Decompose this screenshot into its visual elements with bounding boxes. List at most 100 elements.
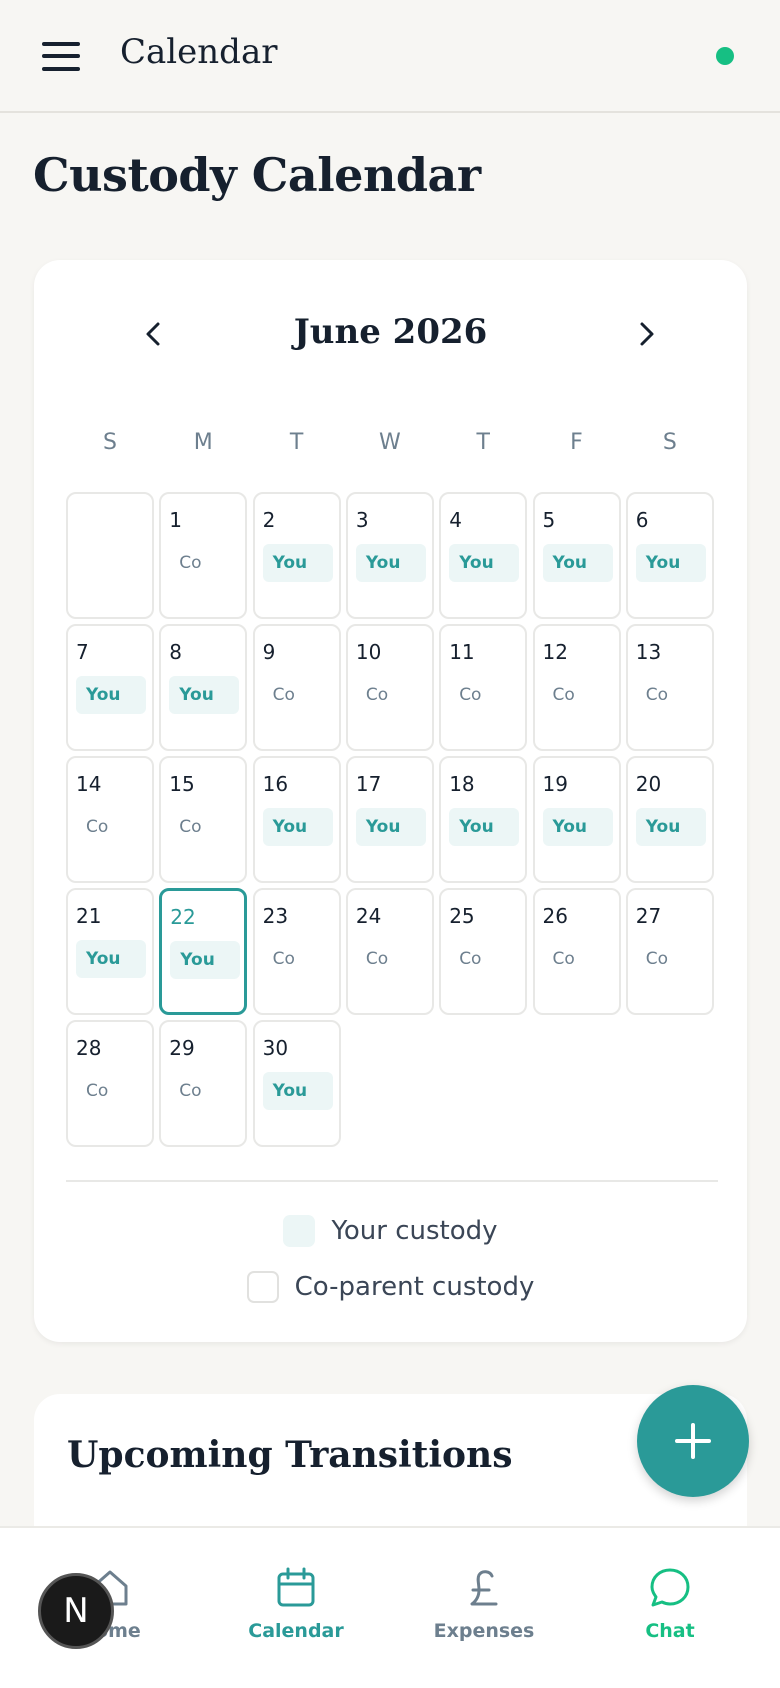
nav-expenses-label: Expenses (433, 1620, 535, 1642)
day-cell[interactable]: 27 Co (625, 888, 714, 1015)
day-cell[interactable]: 12 Co (532, 624, 621, 751)
bottom-nav: Home Calendar Expenses Chat (0, 1526, 780, 1688)
dev-badge[interactable]: N (38, 1573, 114, 1649)
legend-co-parent-custody: Co-parent custody (34, 1271, 747, 1305)
empty-day-cell (66, 492, 154, 619)
day-number: 4 (449, 508, 462, 532)
day-number: 26 (542, 904, 568, 928)
nav-chat[interactable]: Chat (590, 1564, 750, 1642)
nav-calendar-label: Calendar (248, 1620, 344, 1642)
co-parent-tag: Co (86, 817, 109, 837)
plus-icon (675, 1423, 711, 1459)
co-parent-custody-swatch (246, 1271, 279, 1303)
weekday-label: T (289, 430, 304, 455)
day-cell[interactable]: 10 Co (345, 624, 434, 751)
co-parent-tag: Co (645, 949, 669, 969)
day-number: 2 (262, 508, 276, 532)
day-cell[interactable]: 18 You (439, 756, 528, 883)
day-cell[interactable]: 24 Co (345, 888, 434, 1015)
add-event-button[interactable] (637, 1385, 749, 1497)
weekday-label: F (570, 430, 583, 455)
your-custody-tag: You (355, 808, 426, 846)
your-custody-tag: You (542, 544, 613, 582)
menu-icon[interactable] (42, 40, 80, 72)
day-cell[interactable]: 29 Co (159, 1020, 248, 1147)
day-cell[interactable]: 6 You (625, 492, 714, 619)
your-custody-tag: You (262, 1072, 333, 1110)
day-number: 14 (76, 772, 102, 796)
co-parent-tag: Co (645, 685, 669, 705)
day-cell[interactable]: 16 You (252, 756, 341, 883)
day-number: 9 (262, 640, 276, 664)
co-parent-tag: Co (552, 685, 575, 705)
day-cell[interactable]: 13 Co (625, 624, 714, 751)
day-cell[interactable]: 22 You (159, 888, 248, 1015)
your-custody-tag: You (170, 941, 241, 979)
day-cell[interactable]: 26 Co (532, 888, 621, 1015)
day-number: 28 (76, 1036, 102, 1060)
your-custody-tag: You (449, 808, 520, 846)
day-number: 25 (449, 904, 475, 928)
upcoming-transitions-title: Upcoming Transitions (67, 1434, 513, 1476)
day-number: 15 (169, 772, 195, 796)
legend-label-you: Your custody (331, 1216, 498, 1246)
day-number: 6 (635, 508, 649, 532)
day-number: 8 (169, 640, 183, 664)
day-cell[interactable]: 28 Co (66, 1020, 154, 1147)
co-parent-tag: Co (179, 1081, 202, 1101)
day-cell[interactable]: 17 You (345, 756, 434, 883)
co-parent-tag: Co (179, 817, 202, 837)
day-cell[interactable]: 9 Co (252, 624, 341, 751)
nav-calendar[interactable]: Calendar (216, 1564, 376, 1642)
nav-expenses[interactable]: Expenses (404, 1564, 564, 1642)
weekday-label: T (476, 430, 490, 455)
day-number: 17 (355, 772, 382, 796)
your-custody-tag: You (262, 544, 333, 582)
day-cell[interactable]: 14 Co (66, 756, 154, 883)
day-cell[interactable]: 2 You (252, 492, 341, 619)
your-custody-tag: You (76, 676, 146, 714)
app-title: Calendar (120, 32, 278, 72)
day-number: 16 (262, 772, 289, 796)
your-custody-tag: You (262, 808, 333, 846)
day-number: 29 (169, 1036, 195, 1060)
day-number: 10 (355, 640, 382, 664)
day-cell[interactable]: 7 You (66, 624, 154, 751)
your-custody-tag: You (355, 544, 426, 582)
day-cell[interactable]: 15 Co (159, 756, 248, 883)
next-month-button[interactable] (626, 314, 666, 354)
day-cell[interactable]: 30 You (252, 1020, 341, 1147)
day-number: 12 (542, 640, 568, 664)
legend-your-custody: Your custody (34, 1215, 747, 1249)
weekday-label: S (103, 430, 117, 455)
your-custody-swatch (283, 1215, 316, 1247)
status-indicator (716, 47, 734, 65)
day-cell[interactable]: 8 You (159, 624, 248, 751)
co-parent-tag: Co (272, 949, 295, 969)
legend-label-co: Co-parent custody (294, 1272, 535, 1302)
day-cell[interactable]: 4 You (439, 492, 528, 619)
page-title: Custody Calendar (33, 148, 481, 202)
day-cell[interactable]: 23 Co (252, 888, 341, 1015)
nav-chat-label: Chat (645, 1620, 695, 1642)
your-custody-tag: You (635, 808, 706, 846)
your-custody-tag: You (169, 676, 240, 714)
day-number: 27 (635, 904, 662, 928)
day-cell[interactable]: 1 Co (159, 492, 248, 619)
day-cell[interactable]: 20 You (625, 756, 714, 883)
day-cell[interactable]: 3 You (345, 492, 434, 619)
weekday-label: W (379, 430, 401, 455)
day-cell[interactable]: 21 You (66, 888, 154, 1015)
co-parent-tag: Co (179, 553, 202, 573)
day-cell[interactable]: 11 Co (439, 624, 528, 751)
day-number: 22 (170, 905, 196, 929)
your-custody-tag: You (542, 808, 613, 846)
your-custody-tag: You (635, 544, 706, 582)
day-number: 1 (169, 508, 183, 532)
day-number: 24 (355, 904, 382, 928)
day-cell[interactable]: 25 Co (439, 888, 528, 1015)
day-number: 20 (635, 772, 662, 796)
day-cell[interactable]: 5 You (532, 492, 621, 619)
day-number: 13 (635, 640, 662, 664)
day-cell[interactable]: 19 You (532, 756, 621, 883)
